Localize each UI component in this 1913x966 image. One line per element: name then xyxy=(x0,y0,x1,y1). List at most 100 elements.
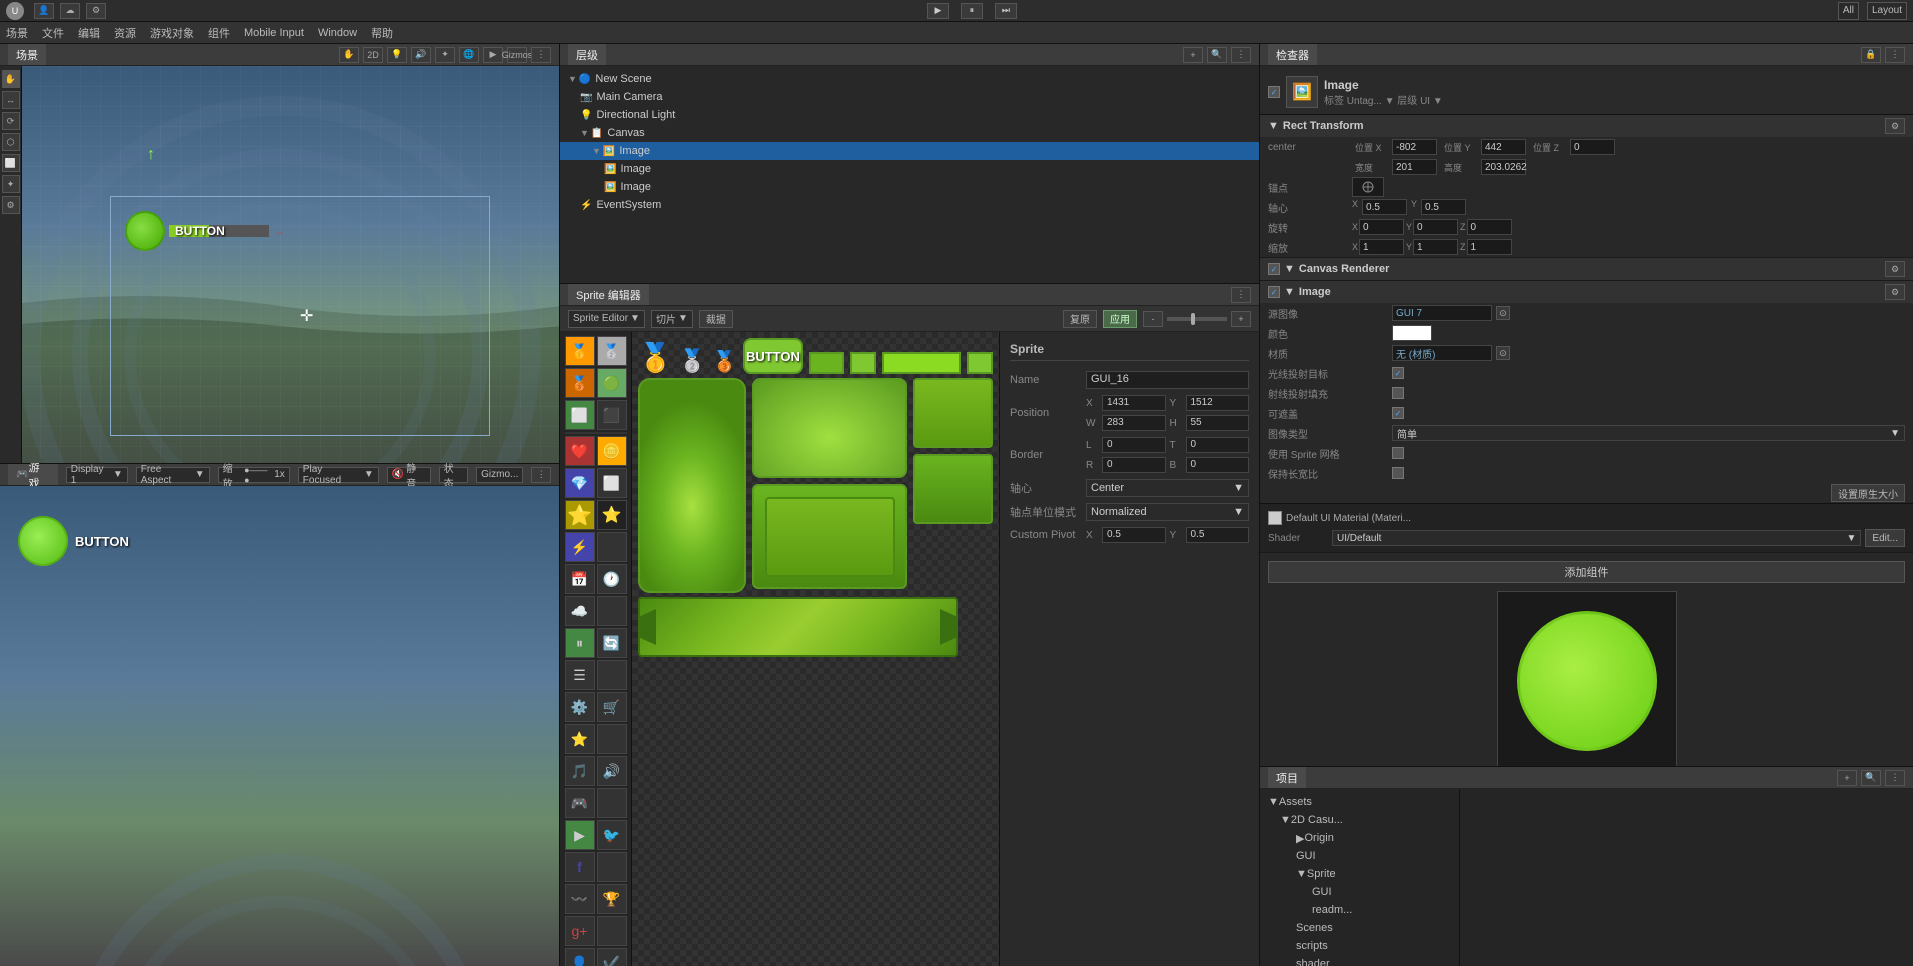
insp-canvas-renderer-header[interactable]: ✓ ▼ Canvas Renderer ⚙ xyxy=(1260,258,1913,280)
game-state-btn[interactable]: 状态 xyxy=(439,467,469,483)
sprite-editor-apply-btn[interactable]: 应用 xyxy=(1103,310,1137,328)
sprite-icon-coin[interactable]: 🪙 xyxy=(597,436,627,466)
hierarchy-item-canvas[interactable]: ▼ 📋 Canvas xyxy=(560,124,1259,142)
menu-help[interactable]: 帮助 xyxy=(371,25,393,41)
sprite-icon-calendar[interactable]: 📅 xyxy=(565,564,595,594)
step-button[interactable]: ⏭ xyxy=(995,3,1017,19)
image-settings-btn[interactable]: ⚙ xyxy=(1885,284,1905,300)
pause-button[interactable]: ⏸ xyxy=(961,3,983,19)
sprite-icon-cart[interactable]: 🛒 xyxy=(597,692,627,722)
sprite-icon-wave[interactable]: 〰️ xyxy=(565,884,595,914)
rect-scale-x-field[interactable]: 1 xyxy=(1359,239,1404,255)
sprite-editor-zoom-handle[interactable] xyxy=(1191,313,1195,325)
insp-rect-transform-header[interactable]: ▼ Rect Transform ⚙ xyxy=(1260,115,1913,137)
scene-tool-rotate[interactable]: ⟳ xyxy=(2,112,20,130)
menu-file[interactable]: 文件 xyxy=(42,25,64,41)
menu-edit[interactable]: 编辑 xyxy=(78,25,100,41)
rect-pos-y-field[interactable]: 442 xyxy=(1481,139,1526,155)
insp-layer-dropdown[interactable]: UI ▼ xyxy=(1420,96,1443,107)
hierarchy-item-newscene[interactable]: ▼ 🔵 New Scene xyxy=(560,70,1259,88)
sprite-icon-settings[interactable]: ⚙️ xyxy=(565,692,595,722)
sprite-icon-rect[interactable]: ⬛ xyxy=(597,400,627,430)
inspector-lock-btn[interactable]: 🔒 xyxy=(1861,47,1881,63)
hierarchy-item-image-parent[interactable]: ▼ 🖼️ Image xyxy=(560,142,1259,160)
hierarchy-item-image-child2[interactable]: 🖼️ Image xyxy=(560,178,1259,196)
sprite-icon-bird[interactable]: 🐦 xyxy=(597,820,627,850)
rect-scale-z-field[interactable]: 1 xyxy=(1467,239,1512,255)
set-native-btn[interactable]: 设置原生大小 xyxy=(1831,484,1905,502)
game-playmode-dropdown[interactable]: Play Focused ▼ xyxy=(298,467,379,483)
sprite-w-field[interactable]: 283 xyxy=(1102,415,1166,431)
asset-tree-readm[interactable]: readm... xyxy=(1264,901,1455,919)
sprite-ribbon[interactable] xyxy=(638,597,958,657)
sprite-icon-gplus[interactable]: g+ xyxy=(565,916,595,946)
sprite-editor-zoom-slider[interactable] xyxy=(1167,317,1227,321)
add-component-btn[interactable]: 添加组件 xyxy=(1268,561,1905,583)
asset-tab[interactable]: 项目 xyxy=(1268,767,1306,788)
cloud-btn[interactable]: ☁ xyxy=(60,3,80,19)
image-checkbox[interactable]: ✓ xyxy=(1268,286,1280,298)
image-type-dropdown[interactable]: 简单 ▼ xyxy=(1392,425,1905,441)
insp-object-name[interactable]: Image xyxy=(1324,78,1443,92)
sprite-r-field[interactable]: 0 xyxy=(1102,457,1166,473)
menu-scene[interactable]: 场景 xyxy=(6,25,28,41)
game-tab[interactable]: 🎮 游戏 xyxy=(8,464,58,485)
canvas-renderer-checkbox[interactable]: ✓ xyxy=(1268,263,1280,275)
sprite-name-field[interactable]: GUI_16 xyxy=(1086,371,1249,389)
sprite-icon-pause[interactable]: ⏸ xyxy=(565,628,595,658)
game-more-btn[interactable]: ⋮ xyxy=(531,467,551,483)
game-viewport[interactable]: BUTTON xyxy=(0,486,559,966)
scene-tool-custom[interactable]: ⚙ xyxy=(2,196,20,214)
asset-tree-assets[interactable]: ▼ Assets xyxy=(1264,793,1455,811)
sprite-icon-blank[interactable]: ⬜ xyxy=(597,468,627,498)
scene-tab[interactable]: 场景 xyxy=(8,44,46,65)
rect-height-field[interactable]: 203.0262 xyxy=(1481,159,1526,175)
sprite-icon-refresh[interactable]: 🔄 xyxy=(597,628,627,658)
rect-transform-settings-btn[interactable]: ⚙ xyxy=(1885,118,1905,134)
sprite-editor-more-btn[interactable]: ⋮ xyxy=(1231,287,1251,303)
hierarchy-more-btn[interactable]: ⋮ xyxy=(1231,47,1251,63)
hierarchy-add-btn[interactable]: + xyxy=(1183,47,1203,63)
sprite-icon-medal-bronze[interactable]: 🥉 xyxy=(565,368,595,398)
sprite-icon-trophy[interactable]: 🏆 xyxy=(597,884,627,914)
sprite-icon-ellipse[interactable]: 🟢 xyxy=(597,368,627,398)
collab-btn[interactable]: ⚙ xyxy=(86,3,106,19)
scene-gizmo-btn[interactable]: Gizmos xyxy=(507,47,527,63)
scene-tool-move[interactable]: ↔ xyxy=(2,91,20,109)
sprite-icon-check[interactable]: ✔️ xyxy=(597,948,627,966)
inspector-more-btn[interactable]: ⋮ xyxy=(1885,47,1905,63)
scene-tool-2d[interactable]: 2D xyxy=(363,47,383,63)
rect-pivot-x-field[interactable]: 0.5 xyxy=(1362,199,1407,215)
sprite-icon-roundrect[interactable]: ⬜ xyxy=(565,400,595,430)
sprite-editor-slice-dropdown[interactable]: 切片 ▼ xyxy=(651,310,693,328)
sprite-icon-gamepad[interactable]: 🎮 xyxy=(565,788,595,818)
scene-more-btn[interactable]: ⋮ xyxy=(531,47,551,63)
asset-more-btn[interactable]: ⋮ xyxy=(1885,770,1905,786)
game-gizmo-btn[interactable]: Gizmo... xyxy=(476,467,523,483)
sprite-pivot-dropdown[interactable]: Center ▼ xyxy=(1086,479,1249,497)
sprite-editor-zoom-out[interactable]: - xyxy=(1143,311,1163,327)
asset-search-btn[interactable]: 🔍 xyxy=(1861,770,1881,786)
asset-tree-sprite[interactable]: ▼ Sprite xyxy=(1264,865,1455,883)
scene-tool-hand[interactable]: ✋ xyxy=(339,47,359,63)
rect-rot-z-field[interactable]: 0 xyxy=(1467,219,1512,235)
sprite-icon-blank6[interactable] xyxy=(597,788,627,818)
sprite-icon-list[interactable]: ☰ xyxy=(565,660,595,690)
scene-tool-hand-btn[interactable]: ✋ xyxy=(2,70,20,88)
menu-component[interactable]: 组件 xyxy=(208,25,230,41)
hierarchy-item-dirlight[interactable]: 💡 Directional Light xyxy=(560,106,1259,124)
sprite-icon-star-big[interactable]: ⭐ xyxy=(565,500,595,530)
menu-mobile[interactable]: Mobile Input xyxy=(244,27,304,39)
asset-tree-gui[interactable]: GUI xyxy=(1264,847,1455,865)
sprite-icon-person[interactable]: 👤 xyxy=(565,948,595,966)
sprite-icon-clock[interactable]: 🕐 xyxy=(597,564,627,594)
sprite-icon-heart[interactable]: ❤️ xyxy=(565,436,595,466)
sprite-editor-trim-btn[interactable]: 裁据 xyxy=(699,310,733,328)
shader-edit-btn[interactable]: Edit... xyxy=(1865,529,1905,547)
rect-width-field[interactable]: 201 xyxy=(1392,159,1437,175)
sprite-editor-tab[interactable]: Sprite 编辑器 xyxy=(568,284,649,305)
raycast-checkbox[interactable]: ✓ xyxy=(1392,367,1404,379)
asset-tree-scenes[interactable]: Scenes xyxy=(1264,919,1455,937)
game-display-dropdown[interactable]: Display 1 ▼ xyxy=(66,467,128,483)
sprite-icon-blank2[interactable] xyxy=(597,532,627,562)
